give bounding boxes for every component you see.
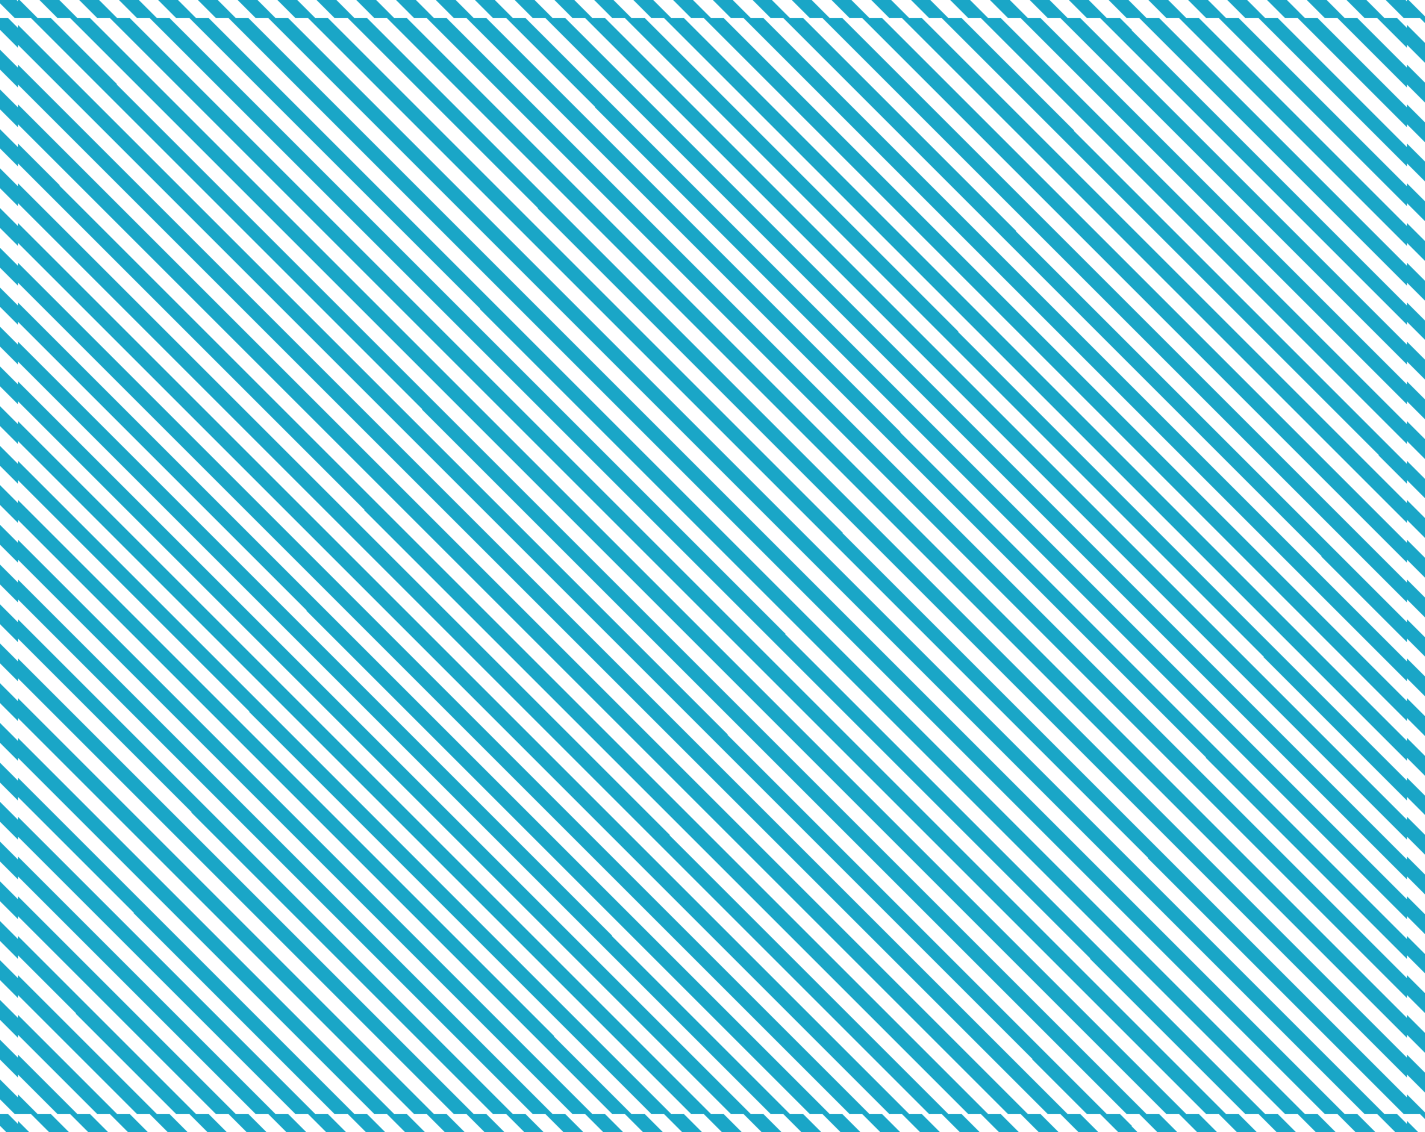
right-item-5 — [1204, 537, 1377, 615]
seq-number-6[interactable] — [1237, 992, 1302, 1057]
date-label: Date: — [1113, 38, 1168, 63]
plant-stage-4-svg — [744, 774, 904, 984]
seq-card-4 — [716, 771, 931, 1070]
right-item-2 — [1204, 291, 1377, 369]
match-item-2: leaves — [48, 254, 251, 295]
plant-stage-2-svg — [298, 774, 458, 984]
right-dot-4[interactable] — [1204, 485, 1222, 503]
match-label-4[interactable]: Add Text — [48, 344, 223, 385]
seq-plant-1 — [51, 774, 260, 984]
plant-stage-5-svg — [967, 779, 1127, 979]
right-column: roots — [1204, 209, 1377, 701]
right-item-1: roots — [1204, 209, 1377, 287]
title-box[interactable]: Add Title Here — [363, 74, 1063, 149]
right-item-3 — [1204, 373, 1377, 451]
right-image-4[interactable] — [1232, 455, 1377, 533]
seq-number-2[interactable] — [346, 992, 411, 1057]
right-dot-3[interactable] — [1204, 403, 1222, 421]
match-label-3[interactable]: Add Text — [48, 299, 223, 340]
right-image-1[interactable]: roots — [1232, 209, 1377, 287]
seed-leaf-image — [1245, 626, 1365, 691]
name-field: Name: — [48, 38, 605, 64]
right-image-5[interactable] — [1232, 537, 1377, 615]
seq-plant-5 — [942, 774, 1151, 984]
match-label-leaves[interactable]: leaves — [48, 254, 223, 295]
plant-stage-3-svg — [521, 779, 681, 979]
footer-logo: SB StoryboardThat — [1241, 1078, 1377, 1106]
match-dot-4[interactable] — [233, 356, 251, 374]
match-dot-2[interactable] — [233, 266, 251, 284]
seq-number-5[interactable] — [1014, 992, 1079, 1057]
seq-card-6 — [1162, 771, 1377, 1070]
holly-image — [1245, 544, 1365, 609]
right-dot-2[interactable] — [1204, 321, 1222, 339]
seq-plant-2 — [274, 774, 483, 984]
plant-stage-1-svg — [75, 779, 235, 979]
section2-heading: II. Directions — [48, 731, 1377, 757]
logo-text: StoryboardThat — [1273, 1084, 1377, 1100]
match-item-3: Add Text — [48, 299, 251, 340]
footer-url: www.storyboardthat.com — [48, 1086, 168, 1098]
seq-number-3[interactable] — [569, 992, 634, 1057]
sequence-area — [48, 771, 1377, 1070]
match-item-1: flowers — [48, 209, 251, 250]
right-image-6[interactable] — [1232, 619, 1377, 697]
flower-lily-image — [1245, 380, 1365, 445]
right-dot-5[interactable] — [1204, 567, 1222, 585]
match-item-5: Add Text — [48, 389, 251, 430]
seq-plant-4 — [719, 774, 928, 984]
date-field: Date: — [1113, 38, 1377, 64]
seq-plant-6 — [1165, 774, 1374, 984]
plant-stage-6-svg — [1190, 774, 1350, 984]
seq-card-2 — [271, 771, 486, 1070]
name-label: Name: — [48, 38, 115, 63]
seq-plant-3 — [497, 774, 706, 984]
right-item-6 — [1204, 619, 1377, 697]
name-line — [125, 56, 605, 58]
roots-image: roots — [1245, 216, 1365, 281]
section1-heading: I. Directions — [48, 169, 1377, 195]
match-dot-1[interactable] — [233, 221, 251, 239]
logo-icon: SB — [1241, 1078, 1269, 1106]
seq-number-4[interactable] — [791, 992, 856, 1057]
match-label-6[interactable]: Add Text — [48, 434, 223, 475]
right-item-4 — [1204, 455, 1377, 533]
right-dot-1[interactable] — [1204, 239, 1222, 257]
stem-leaf-image — [1245, 298, 1365, 363]
match-dot-6[interactable] — [233, 446, 251, 464]
seq-card-5 — [939, 771, 1154, 1070]
date-line — [1177, 56, 1377, 58]
page-content: Name: Date: Add Title Here I. Directions… — [18, 18, 1407, 1114]
title-text: Add Title Here — [577, 90, 848, 132]
matching-area: flowers leaves Add Text Add Text Add Tex… — [48, 209, 1377, 701]
seq-number-1[interactable] — [123, 992, 188, 1057]
match-label-5[interactable]: Add Text — [48, 389, 223, 430]
svg-text:roots: roots — [1294, 236, 1315, 246]
right-image-2[interactable] — [1232, 291, 1377, 369]
seq-card-1 — [48, 771, 263, 1070]
match-item-6: Add Text — [48, 434, 251, 475]
header-row: Name: Date: — [48, 38, 1377, 64]
right-image-3[interactable] — [1232, 373, 1377, 451]
match-item-4: Add Text — [48, 344, 251, 385]
match-dot-3[interactable] — [233, 311, 251, 329]
footer: www.storyboardthat.com SB StoryboardThat — [48, 1078, 1377, 1106]
seq-card-3 — [494, 771, 709, 1070]
bud-stem-image — [1245, 462, 1365, 527]
left-column: flowers leaves Add Text Add Text Add Tex… — [48, 209, 251, 479]
match-dot-5[interactable] — [233, 401, 251, 419]
right-dot-6[interactable] — [1204, 649, 1222, 667]
match-label-flowers[interactable]: flowers — [48, 209, 223, 250]
